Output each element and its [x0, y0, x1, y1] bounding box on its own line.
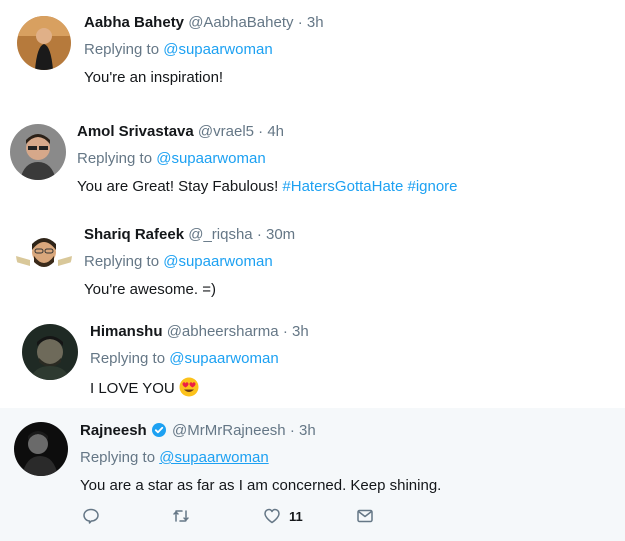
- timestamp[interactable]: 3h: [307, 14, 324, 31]
- separator-dot: ·: [297, 14, 303, 31]
- timestamp[interactable]: 3h: [299, 422, 316, 439]
- separator-dot: ·: [289, 422, 295, 439]
- like-button[interactable]: 11: [263, 505, 303, 527]
- direct-message-button[interactable]: [356, 505, 374, 527]
- author-handle[interactable]: @_riqsha: [188, 226, 252, 243]
- avatar[interactable]: [22, 324, 78, 380]
- separator-dot: ·: [256, 226, 262, 243]
- replying-to: Replying to @supaarwoman: [90, 349, 309, 369]
- author-name[interactable]: Shariq Rafeek: [84, 226, 184, 243]
- author-name[interactable]: Amol Srivastava: [77, 123, 194, 140]
- timestamp[interactable]: 4h: [267, 123, 284, 140]
- replying-prefix: Replying to: [77, 150, 153, 167]
- replying-to: Replying to @supaarwoman: [80, 448, 441, 468]
- avatar[interactable]: [14, 422, 68, 476]
- replying-prefix: Replying to: [90, 350, 166, 367]
- mention-link[interactable]: @supaarwoman: [159, 449, 268, 466]
- reply-himanshu[interactable]: Himanshu @abheersharma · 3h Replying to …: [0, 310, 625, 408]
- author-name[interactable]: Rajneesh: [80, 422, 147, 439]
- reply-text-body: You are Great! Stay Fabulous!: [77, 178, 279, 195]
- timestamp[interactable]: 30m: [266, 226, 295, 243]
- verified-badge-icon: [151, 423, 166, 437]
- reply-button[interactable]: [82, 505, 100, 527]
- timestamp[interactable]: 3h: [292, 323, 309, 340]
- replying-to: Replying to @supaarwoman: [84, 40, 324, 60]
- mention-link[interactable]: @supaarwoman: [163, 41, 272, 58]
- retweet-icon: [173, 510, 189, 522]
- heart-eyes-emoji: [179, 377, 199, 397]
- reply-aabha[interactable]: Aabha Bahety @AabhaBahety · 3h Replying …: [0, 0, 625, 100]
- avatar[interactable]: [10, 124, 66, 180]
- author-handle[interactable]: @vrael5: [198, 123, 254, 140]
- heart-icon: [264, 508, 280, 524]
- reply-shariq[interactable]: Shariq Rafeek @_riqsha · 30m Replying to…: [0, 212, 625, 312]
- avatar[interactable]: [16, 226, 72, 282]
- envelope-icon: [357, 509, 373, 523]
- author-handle[interactable]: @MrMrRajneesh: [172, 422, 286, 439]
- mention-link[interactable]: @supaarwoman: [169, 350, 278, 367]
- replying-to: Replying to @supaarwoman: [77, 149, 458, 169]
- reply-text: You are Great! Stay Fabulous! #HatersGot…: [77, 177, 458, 197]
- avatar[interactable]: [17, 16, 71, 70]
- separator-dot: ·: [282, 323, 288, 340]
- replying-prefix: Replying to: [84, 253, 160, 270]
- like-count: 11: [289, 508, 303, 524]
- reply-text: You're awesome. =): [84, 281, 216, 298]
- author-name[interactable]: Aabha Bahety: [84, 14, 184, 31]
- author-handle[interactable]: @AabhaBahety: [188, 14, 293, 31]
- tweet-actions: 11: [82, 505, 482, 527]
- replying-prefix: Replying to: [80, 449, 156, 466]
- replying-to: Replying to @supaarwoman: [84, 252, 295, 272]
- reply-text: You are a star as far as I am concerned.…: [80, 477, 442, 494]
- author-handle[interactable]: @abheersharma: [167, 323, 279, 340]
- hashtag-link[interactable]: #ignore: [407, 178, 457, 195]
- mention-link[interactable]: @supaarwoman: [163, 253, 272, 270]
- replying-prefix: Replying to: [84, 41, 160, 58]
- mention-link[interactable]: @supaarwoman: [156, 150, 265, 167]
- reply-text-body: I LOVE YOU: [90, 380, 175, 397]
- reply-icon: [83, 508, 99, 524]
- hashtag-link[interactable]: #HatersGottaHate: [282, 178, 403, 195]
- author-name[interactable]: Himanshu: [90, 323, 163, 340]
- reply-text: You're an inspiration!: [84, 69, 224, 86]
- retweet-button[interactable]: [172, 505, 190, 527]
- reply-amol[interactable]: Amol Srivastava @vrael5 · 4h Replying to…: [0, 110, 625, 210]
- separator-dot: ·: [258, 123, 264, 140]
- reply-text: I LOVE YOU: [90, 377, 309, 399]
